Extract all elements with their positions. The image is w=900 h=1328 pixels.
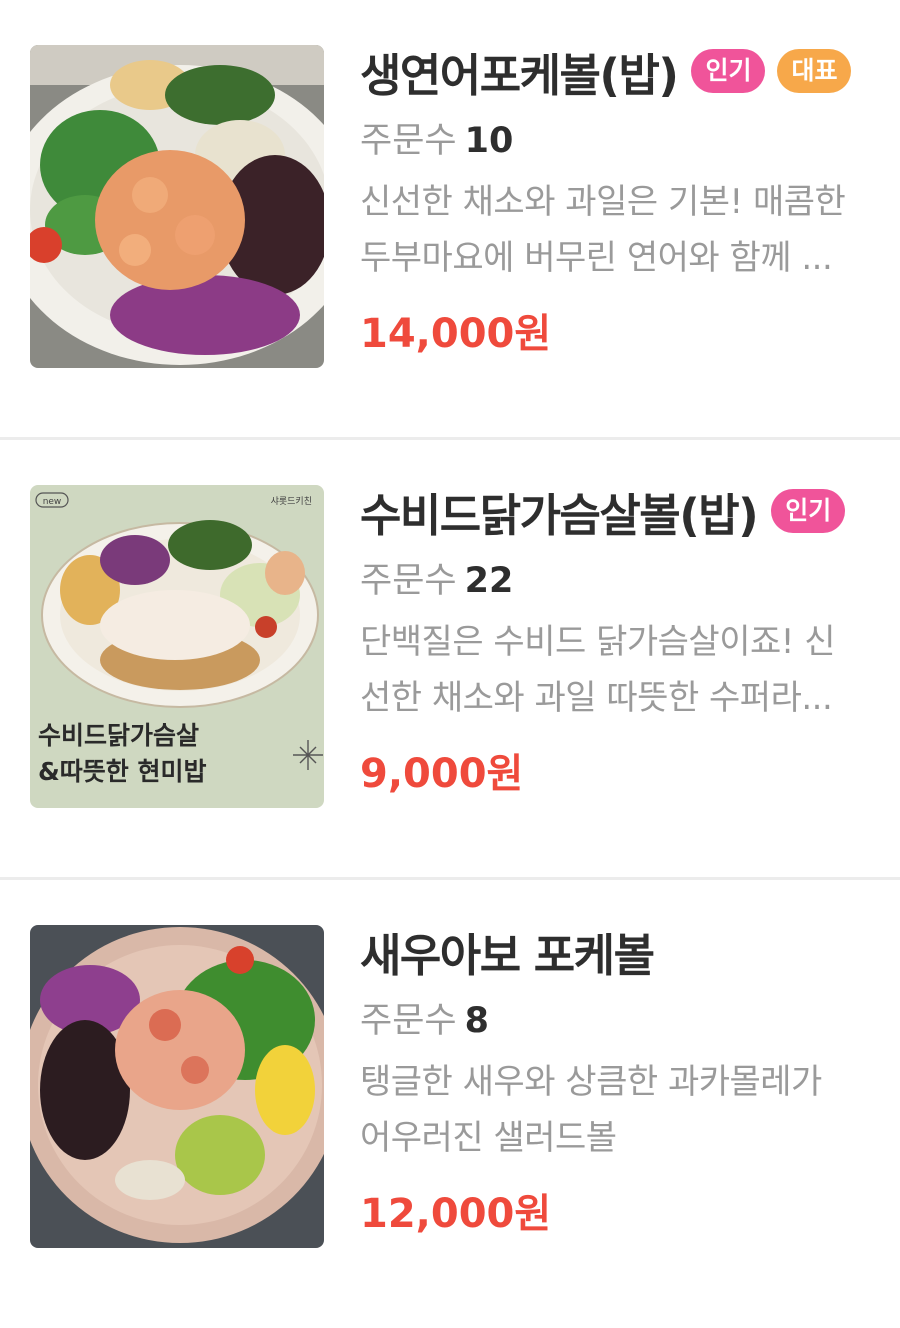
menu-description: 신선한 채소와 과일은 기본! 매콤한 두부마요에 버무린 연어와 함께 ... — [360, 174, 892, 286]
menu-name[interactable]: 새우아보 포케볼 — [360, 919, 655, 984]
menu-info: 생연어포케볼(밥) 인기 대표 주문수 10 신선한 채소와 과일은 기본! 매콤… — [360, 38, 892, 364]
order-count-label: 주문수 — [360, 121, 457, 161]
order-count-label: 주문수 — [360, 561, 457, 601]
popular-badge: 인기 — [691, 49, 766, 93]
shrimp-avocado-bowl-image[interactable] — [30, 925, 324, 1248]
menu-price: 14,000원 — [360, 311, 552, 357]
order-count-value: 22 — [464, 561, 514, 601]
description-line: 단백질은 수비드 닭가슴살이죠! 신 — [360, 622, 835, 662]
order-count-value: 8 — [464, 1001, 489, 1041]
sous-vide-chicken-bowl-photo: new 샤롯드키친 수비드닭가슴살 &따뜻한 현미밥 — [30, 485, 324, 808]
order-count: 주문수 22 — [360, 556, 892, 606]
image-caption-line: 수비드닭가슴살 — [38, 721, 199, 750]
menu-description: 단백질은 수비드 닭가슴살이죠! 신 선한 채소와 과일 따뜻한 수퍼라... — [360, 614, 892, 726]
menu-info: 수비드닭가슴살볼(밥) 인기 주문수 22 단백질은 수비드 닭가슴살이죠! 신 … — [360, 478, 892, 804]
description-line: 두부마요에 버무린 연어와 함께 ... — [360, 238, 833, 278]
order-count-label: 주문수 — [360, 1001, 457, 1041]
salmon-poke-bowl-photo — [30, 45, 324, 368]
salmon-poke-bowl-image[interactable] — [30, 45, 324, 368]
menu-item[interactable]: new 샤롯드키친 수비드닭가슴살 &따뜻한 현미밥 수비드닭가슴살볼(밥) 인… — [0, 440, 900, 880]
menu-item[interactable]: 새우아보 포케볼 주문수 8 탱글한 새우와 상큼한 과카몰레가 어우러진 샐러드… — [0, 880, 900, 1320]
menu-list: 생연어포케볼(밥) 인기 대표 주문수 10 신선한 채소와 과일은 기본! 매콤… — [0, 0, 900, 1320]
menu-item[interactable]: 생연어포케볼(밥) 인기 대표 주문수 10 신선한 채소와 과일은 기본! 매콤… — [0, 0, 900, 440]
popular-badge: 인기 — [771, 489, 846, 533]
representative-badge: 대표 — [777, 49, 852, 93]
menu-description: 탱글한 새우와 상큼한 과카몰레가 어우러진 샐러드볼 — [360, 1054, 892, 1166]
menu-price: 9,000원 — [360, 751, 524, 797]
menu-name[interactable]: 생연어포케볼(밥) — [360, 39, 679, 104]
description-line: 어우러진 샐러드볼 — [360, 1118, 617, 1158]
order-count: 주문수 8 — [360, 996, 892, 1046]
order-count: 주문수 10 — [360, 116, 892, 166]
description-line: 신선한 채소와 과일은 기본! 매콤한 — [360, 182, 846, 222]
menu-price: 12,000원 — [360, 1191, 552, 1237]
menu-info: 새우아보 포케볼 주문수 8 탱글한 새우와 상큼한 과카몰레가 어우러진 샐러드… — [360, 918, 892, 1244]
shrimp-avocado-bowl-photo — [30, 925, 324, 1248]
description-line: 선한 채소와 과일 따뜻한 수퍼라... — [360, 678, 833, 718]
new-tag: new — [43, 497, 62, 507]
brand-text: 샤롯드키친 — [271, 496, 312, 507]
order-count-value: 10 — [464, 121, 514, 161]
menu-name[interactable]: 수비드닭가슴살볼(밥) — [360, 479, 759, 544]
description-line: 탱글한 새우와 상큼한 과카몰레가 — [360, 1062, 822, 1102]
sous-vide-chicken-bowl-image[interactable]: new 샤롯드키친 수비드닭가슴살 &따뜻한 현미밥 — [30, 485, 324, 808]
image-caption-line: &따뜻한 현미밥 — [38, 757, 207, 786]
